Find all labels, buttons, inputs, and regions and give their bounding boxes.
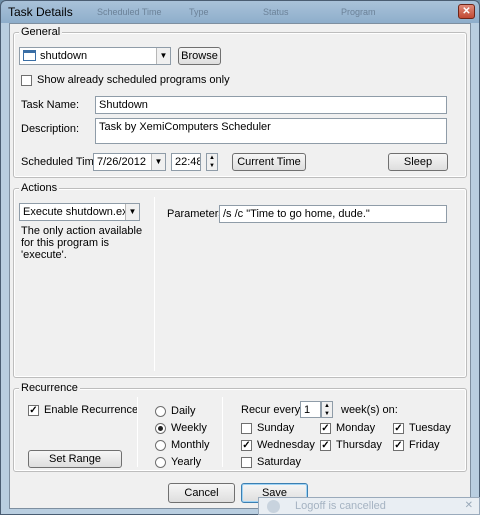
actions-group: Actions Execute shutdown.exe ▼ The only … (13, 182, 467, 378)
radio-monthly-label: Monthly (171, 439, 210, 451)
background-column-header: Program (341, 7, 376, 17)
spin-up-icon[interactable]: ▲ (209, 155, 215, 161)
checkbox-friday[interactable]: ✓ (393, 440, 404, 451)
radio-weekly[interactable] (155, 423, 166, 434)
chevron-down-icon[interactable]: ▼ (156, 48, 170, 64)
program-value: shutdown (40, 50, 88, 62)
application-icon (23, 50, 36, 61)
close-button[interactable]: ✕ (458, 4, 475, 19)
checkbox-saturday-label: Saturday (257, 456, 302, 468)
task-name-label: Task Name: (21, 99, 80, 111)
weeks-on-label: week(s) on: (341, 404, 398, 416)
background-column-header: Type (189, 7, 209, 17)
action-value: Execute shutdown.exe (23, 206, 134, 218)
chevron-down-icon[interactable]: ▼ (151, 154, 165, 170)
action-combobox[interactable]: Execute shutdown.exe ▼ (19, 203, 140, 221)
show-scheduled-only-label: Show already scheduled programs only (37, 74, 230, 86)
recurrence-divider-left (137, 397, 138, 467)
sleep-button[interactable]: Sleep (388, 153, 448, 171)
title-bar[interactable]: Task Details Scheduled Time Type Status … (1, 1, 479, 23)
spin-up-icon[interactable]: ▲ (324, 403, 330, 409)
background-column-header: Status (263, 7, 289, 17)
checkbox-sunday[interactable] (241, 423, 252, 434)
checkbox-monday-label: Monday (336, 422, 376, 434)
actions-divider (154, 197, 155, 371)
parameters-field[interactable]: /s /c "Time to go home, dude." (219, 205, 447, 223)
show-scheduled-only-checkbox[interactable] (21, 75, 32, 86)
scheduled-date-picker[interactable]: 7/26/2012 ▼ (93, 153, 166, 171)
browse-button[interactable]: Browse (178, 47, 221, 65)
close-icon[interactable]: ✕ (465, 500, 473, 511)
set-range-button[interactable]: Set Range (28, 450, 122, 468)
background-column-header: Scheduled Time (97, 7, 162, 17)
scheduled-time-field[interactable]: 22:48 (171, 153, 201, 171)
spin-down-icon[interactable]: ▼ (209, 163, 215, 169)
checkbox-wednesday[interactable]: ✓ (241, 440, 252, 451)
radio-daily-label: Daily (171, 405, 196, 417)
checkbox-thursday[interactable]: ✓ (320, 440, 331, 451)
checkbox-tuesday[interactable]: ✓ (393, 423, 404, 434)
close-icon: ✕ (462, 6, 471, 17)
program-combobox[interactable]: shutdown ▼ (19, 47, 171, 65)
chevron-down-icon[interactable]: ▼ (125, 204, 139, 220)
window-title: Task Details (8, 5, 73, 19)
info-icon (267, 500, 280, 513)
scheduled-time-label: Scheduled Time: (21, 156, 103, 168)
actions-legend: Actions (19, 182, 60, 194)
checkbox-wednesday-label: Wednesday (257, 439, 315, 451)
general-group: General shutdown ▼ Browse Show already s… (13, 26, 467, 178)
radio-monthly[interactable] (155, 440, 166, 451)
radio-weekly-label: Weekly (171, 422, 207, 434)
parameters-label: Parameters: (167, 208, 227, 220)
enable-recurrence-checkbox[interactable]: ✓ (28, 405, 39, 416)
dialog-client-area: General shutdown ▼ Browse Show already s… (9, 23, 471, 509)
checkbox-sunday-label: Sunday (257, 422, 295, 434)
recur-every-label: Recur every (241, 404, 301, 416)
time-spinner[interactable]: ▲ ▼ (206, 153, 218, 171)
recur-every-field[interactable]: 1 (300, 401, 321, 418)
task-details-window: Task Details Scheduled Time Type Status … (0, 0, 480, 515)
description-label: Description: (21, 123, 80, 135)
scheduled-date-value: 7/26/2012 (97, 156, 146, 168)
recurrence-group: Recurrence ✓ Enable Recurrence Set Range… (13, 382, 467, 472)
recurrence-legend: Recurrence (19, 382, 80, 394)
current-time-button[interactable]: Current Time (232, 153, 306, 171)
recur-every-spinner[interactable]: ▲ ▼ (321, 401, 333, 418)
radio-daily[interactable] (155, 406, 166, 417)
task-name-field[interactable]: Shutdown (95, 96, 447, 114)
recurrence-divider-right (222, 397, 223, 467)
description-field[interactable]: Task by XemiComputers Scheduler (95, 118, 447, 144)
checkbox-friday-label: Friday (409, 439, 440, 451)
checkbox-monday[interactable]: ✓ (320, 423, 331, 434)
radio-yearly[interactable] (155, 457, 166, 468)
checkbox-thursday-label: Thursday (336, 439, 382, 451)
checkbox-tuesday-label: Tuesday (409, 422, 451, 434)
notification-text: Logoff is cancelled (295, 500, 386, 512)
general-legend: General (19, 26, 63, 38)
notification-toast[interactable]: Logoff is cancelled ✕ (258, 497, 480, 515)
cancel-button[interactable]: Cancel (168, 483, 235, 503)
spin-down-icon[interactable]: ▼ (324, 411, 330, 417)
enable-recurrence-label: Enable Recurrence (44, 404, 139, 416)
checkbox-saturday[interactable] (241, 457, 252, 468)
radio-yearly-label: Yearly (171, 456, 202, 468)
action-note: The only action available for this progr… (21, 225, 143, 261)
